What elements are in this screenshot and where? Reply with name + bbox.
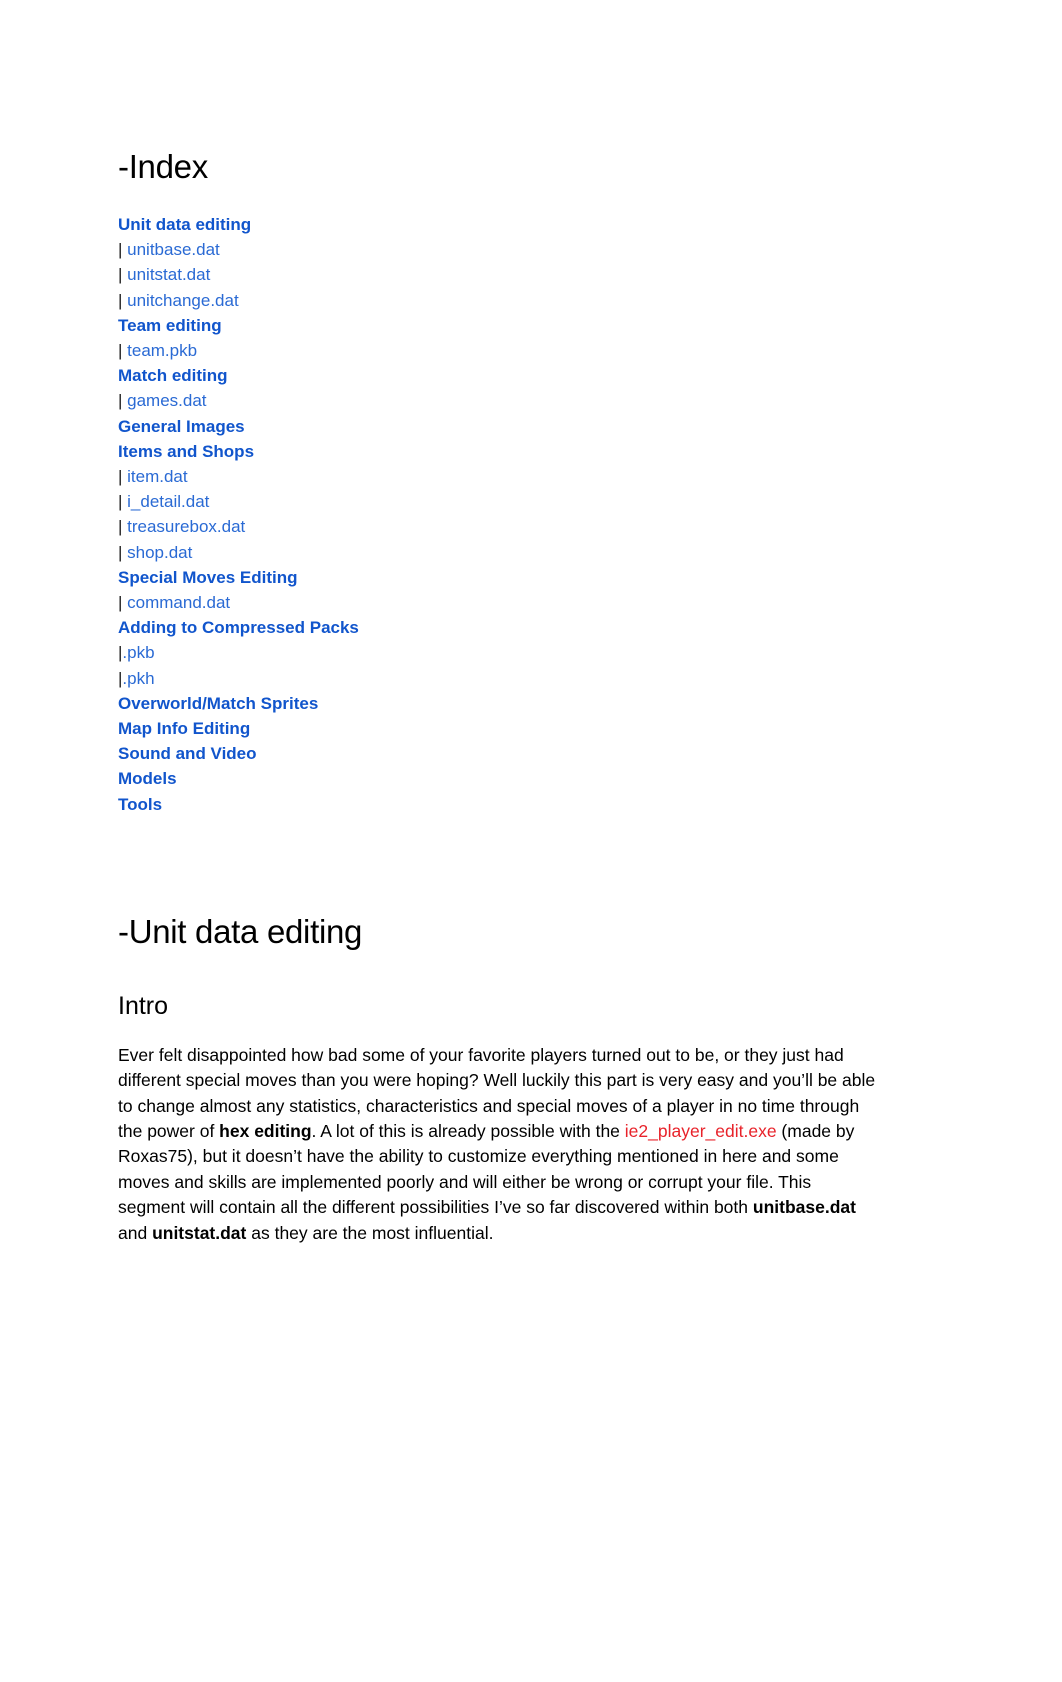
index-item: Overworld/Match Sprites	[118, 691, 908, 716]
index-heading: -Index	[118, 148, 208, 185]
index-item-pipe: |	[118, 592, 128, 612]
index-item: Map Info Editing	[118, 716, 908, 741]
index-item: |.pkb	[118, 640, 908, 665]
hex-editing-emphasis: hex editing	[219, 1120, 312, 1141]
index-item: Unit data editing	[118, 212, 908, 237]
index-item-pipe: |	[118, 265, 128, 285]
index-link[interactable]: unitchange.dat	[127, 291, 239, 310]
index-item: | treasurebox.dat	[118, 514, 908, 539]
document-content: -Index Unit data editing | unitbase.dat | …	[118, 148, 908, 1246]
index-link[interactable]: Models	[118, 769, 177, 788]
index-item-pipe: |	[118, 542, 128, 562]
index-link[interactable]: games.dat	[127, 391, 206, 410]
index-item: Team editing	[118, 313, 908, 338]
index-item: Match editing	[118, 363, 908, 388]
index-item: Special Moves Editing	[118, 565, 908, 590]
index-link[interactable]: Items and Shops	[118, 442, 254, 461]
index-item: | unitbase.dat	[118, 237, 908, 262]
intro-paragraph: Ever felt disappointed how bad some of y…	[118, 1043, 878, 1246]
unit-data-editing-heading: -Unit data editing	[118, 912, 363, 950]
index-item: Sound and Video	[118, 741, 908, 766]
index-item: | i_detail.dat	[118, 489, 908, 514]
index-link[interactable]: Special Moves Editing	[118, 568, 298, 587]
index-item-pipe: |	[118, 290, 128, 310]
index-item: | team.pkb	[118, 338, 908, 363]
index-list: Unit data editing | unitbase.dat | unitsta…	[118, 212, 908, 817]
index-link[interactable]: unitbase.dat	[127, 240, 220, 259]
index-link[interactable]: i_detail.dat	[127, 492, 209, 511]
index-link[interactable]: Team editing	[118, 316, 222, 335]
index-item-pipe: |	[118, 240, 128, 260]
index-link[interactable]: team.pkb	[127, 341, 197, 360]
ie2-player-edit-link[interactable]: ie2_player_edit.exe	[625, 1121, 777, 1141]
index-item-pipe: |	[118, 391, 128, 411]
index-link[interactable]: Adding to Compressed Packs	[118, 618, 359, 637]
index-link[interactable]: treasurebox.dat	[127, 517, 245, 536]
index-item-pipe: |	[118, 466, 128, 486]
index-link[interactable]: shop.dat	[127, 543, 192, 562]
index-link[interactable]: Sound and Video	[118, 744, 257, 763]
index-item: Adding to Compressed Packs	[118, 615, 908, 640]
intro-text-part-4: and	[118, 1222, 153, 1243]
index-link[interactable]: Overworld/Match Sprites	[118, 694, 318, 713]
index-link[interactable]: Unit data editing	[118, 215, 251, 234]
index-item: | unitstat.dat	[118, 262, 908, 287]
index-item-pipe: |	[118, 340, 128, 360]
intro-heading: Intro	[118, 991, 169, 1020]
intro-text-part-5: as they are the most influential.	[246, 1222, 494, 1243]
index-link[interactable]: .pkb	[122, 643, 154, 662]
index-link[interactable]: Match editing	[118, 366, 228, 385]
index-link[interactable]: Map Info Editing	[118, 719, 250, 738]
index-item-pipe: |	[118, 517, 128, 537]
index-item: | shop.dat	[118, 540, 908, 565]
index-item: Models	[118, 766, 908, 791]
index-link[interactable]: command.dat	[127, 593, 230, 612]
index-item-pipe: |	[118, 492, 128, 512]
index-link[interactable]: item.dat	[127, 467, 187, 486]
index-item: | command.dat	[118, 590, 908, 615]
intro-text-part-2: . A lot of this is already possible with…	[311, 1120, 625, 1141]
index-link[interactable]: .pkh	[122, 669, 154, 688]
index-item: General Images	[118, 414, 908, 439]
index-item: | item.dat	[118, 464, 908, 489]
index-link[interactable]: General Images	[118, 417, 245, 436]
index-item: Tools	[118, 792, 908, 817]
index-item: | unitchange.dat	[118, 288, 908, 313]
index-link[interactable]: Tools	[118, 795, 162, 814]
unitbase-dat-emphasis: unitbase.dat	[752, 1197, 856, 1218]
index-item: |.pkh	[118, 666, 908, 691]
index-link[interactable]: unitstat.dat	[127, 265, 210, 284]
index-item: Items and Shops	[118, 439, 908, 464]
unitstat-dat-emphasis: unitstat.dat	[152, 1222, 247, 1243]
document-page: -Index Unit data editing | unitbase.dat | …	[0, 0, 1062, 1682]
index-item: | games.dat	[118, 388, 908, 413]
